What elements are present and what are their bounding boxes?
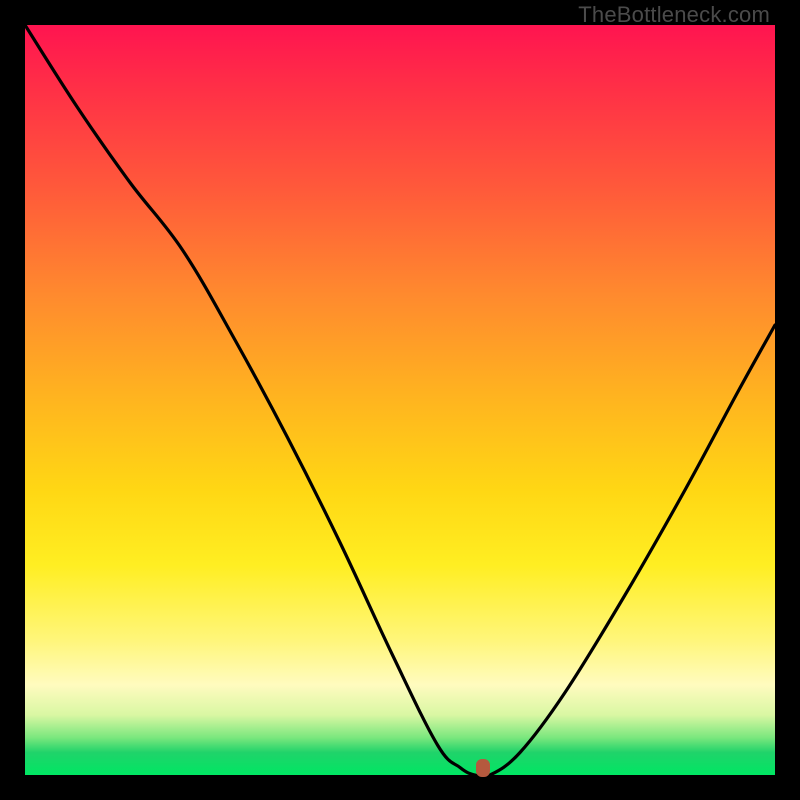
bottleneck-curve bbox=[25, 25, 775, 775]
watermark-text: TheBottleneck.com bbox=[578, 2, 770, 28]
optimal-point-marker bbox=[476, 759, 490, 777]
chart-frame bbox=[25, 25, 775, 775]
